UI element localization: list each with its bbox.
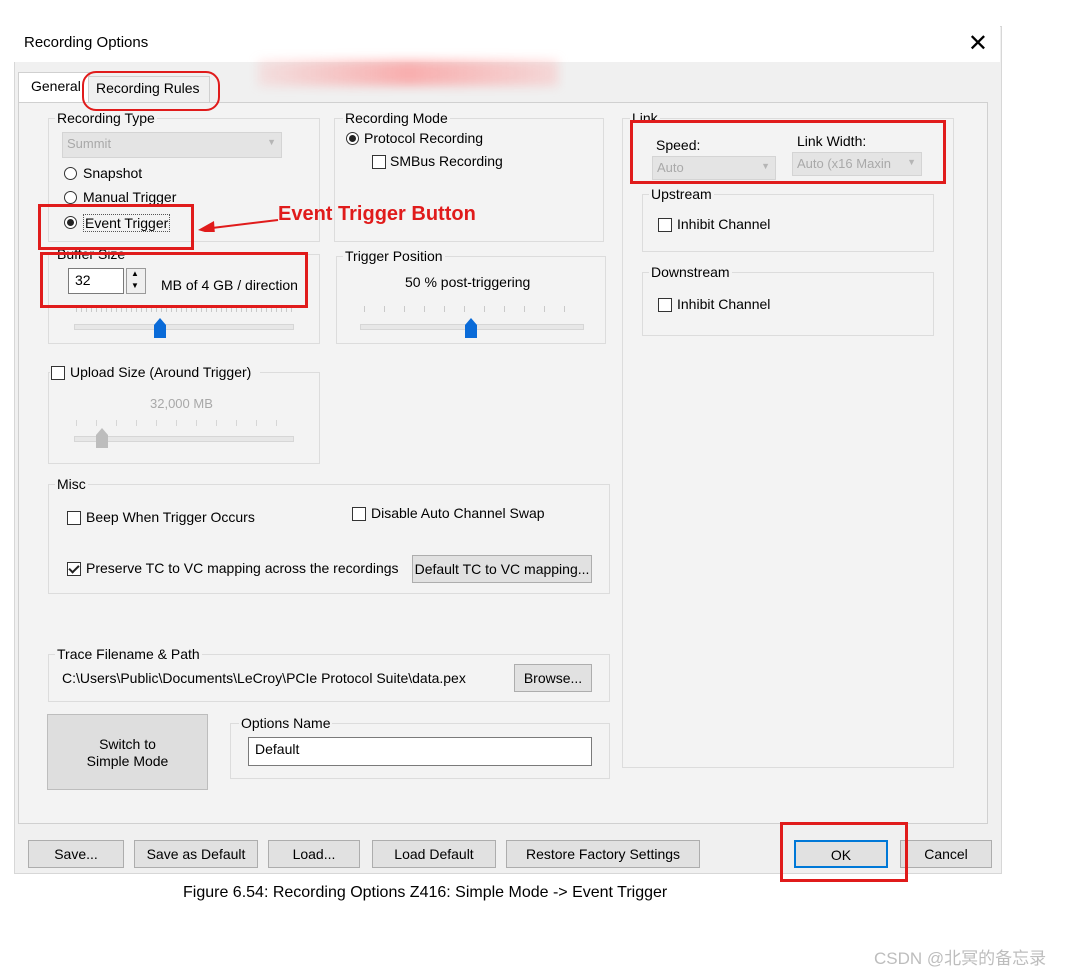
save-button[interactable]: Save... (28, 840, 124, 868)
snapshot-radio[interactable] (64, 167, 77, 180)
upstream-inhibit-label: Inhibit Channel (677, 216, 771, 232)
misc-label: Misc (55, 476, 88, 492)
device-select: Summit ▼ (62, 132, 282, 158)
options-name-value: Default (255, 741, 300, 757)
manual-trigger-label: Manual Trigger (83, 189, 177, 205)
highlight-recording-rules-tab (82, 71, 220, 111)
options-name-label: Options Name (239, 715, 333, 731)
load-button[interactable]: Load... (268, 840, 360, 868)
upload-size-value: 32,000 MB (150, 396, 213, 411)
beep-checkbox[interactable] (67, 511, 81, 525)
save-as-default-button[interactable]: Save as Default (134, 840, 258, 868)
highlight-event-trigger (38, 204, 194, 250)
tab-general[interactable]: General (18, 72, 90, 103)
recording-type-label: Recording Type (55, 110, 157, 126)
beep-label: Beep When Trigger Occurs (86, 509, 255, 525)
annotation-label: Event Trigger Button (278, 203, 476, 225)
upload-size-group (48, 372, 320, 464)
protocol-recording-radio[interactable] (346, 132, 359, 145)
switch-mode-line2: Simple Mode (86, 753, 169, 769)
upload-size-label: Upload Size (Around Trigger) (70, 364, 252, 380)
blurred-tab-region (258, 60, 558, 86)
highlight-ok-button (780, 822, 908, 882)
load-default-button[interactable]: Load Default (372, 840, 496, 868)
manual-trigger-radio[interactable] (64, 191, 77, 204)
disable-swap-checkbox[interactable] (352, 507, 366, 521)
highlight-buffer-size (40, 252, 308, 308)
dialog-title: Recording Options (24, 34, 149, 51)
watermark: CSDN @北冥的备忘录 (874, 949, 1047, 968)
switch-simple-mode-button[interactable]: Switch to Simple Mode (47, 714, 208, 790)
trigger-position-text: 50 % post-triggering (405, 274, 531, 290)
device-select-value: Summit (67, 136, 112, 151)
protocol-recording-label: Protocol Recording (364, 130, 484, 146)
upload-slider-ticks (76, 420, 290, 426)
upstream-inhibit-checkbox[interactable] (658, 218, 672, 232)
annotation-arrow-icon (198, 219, 279, 232)
title-bar: Recording Options ✕ (14, 26, 1000, 62)
tab-general-label: General (31, 78, 81, 94)
recording-mode-label: Recording Mode (343, 110, 450, 126)
switch-mode-line1: Switch to (99, 736, 156, 752)
restore-factory-button[interactable]: Restore Factory Settings (506, 840, 700, 868)
smbus-recording-checkbox[interactable] (372, 155, 386, 169)
buffer-slider-track[interactable] (74, 324, 294, 330)
downstream-label: Downstream (649, 264, 732, 280)
smbus-recording-label: SMBus Recording (390, 153, 503, 169)
snapshot-label: Snapshot (83, 165, 143, 181)
options-name-input[interactable]: Default (248, 737, 592, 766)
highlight-link-speed (630, 120, 946, 184)
trigger-slider-ticks (364, 306, 578, 312)
browse-button[interactable]: Browse... (514, 664, 592, 692)
preserve-mapping-checkbox[interactable] (67, 562, 81, 576)
cancel-button[interactable]: Cancel (900, 840, 992, 868)
preserve-mapping-label: Preserve TC to VC mapping across the rec… (86, 560, 399, 576)
close-icon[interactable]: ✕ (968, 29, 988, 58)
upload-size-checkbox[interactable] (51, 366, 65, 380)
trace-path: C:\Users\Public\Documents\LeCroy\PCIe Pr… (62, 670, 466, 686)
downstream-inhibit-checkbox[interactable] (658, 298, 672, 312)
downstream-inhibit-label: Inhibit Channel (677, 296, 771, 312)
trace-filename-label: Trace Filename & Path (55, 646, 202, 662)
trigger-position-label: Trigger Position (343, 248, 445, 264)
default-tc-mapping-button[interactable]: Default TC to VC mapping... (412, 555, 592, 583)
upstream-label: Upstream (649, 186, 714, 202)
disable-swap-label: Disable Auto Channel Swap (371, 505, 545, 521)
chevron-down-icon: ▼ (267, 137, 276, 147)
figure-caption: Figure 6.54: Recording Options Z416: Sim… (183, 884, 668, 901)
